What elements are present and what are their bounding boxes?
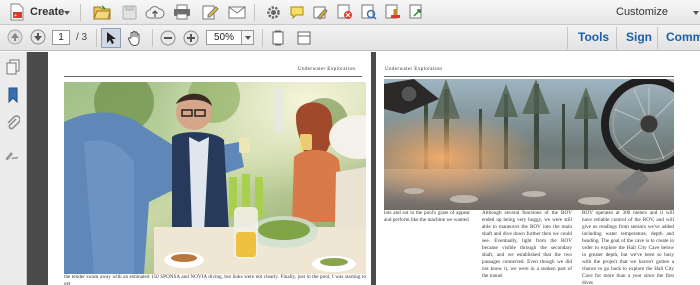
previous-page-icon[interactable] [6, 28, 24, 46]
create-dropdown-icon[interactable] [64, 11, 70, 15]
cloud-upload-icon[interactable] [144, 3, 166, 21]
column-3-text: ROV operates at 300 meters and it will h… [582, 210, 674, 285]
running-head: Underwater Exploration [385, 67, 443, 72]
page-thumbnails-icon[interactable] [4, 58, 22, 76]
highlight-comment-icon[interactable] [312, 3, 330, 21]
running-head: Underwater Exploration [298, 67, 356, 72]
hand-tool-icon[interactable] [125, 28, 145, 48]
column-2-text: Although several functions of the ROV en… [482, 210, 572, 279]
signatures-icon[interactable] [4, 146, 22, 164]
zoom-in-icon[interactable] [181, 28, 201, 48]
svg-text:+: + [14, 13, 17, 19]
email-icon[interactable] [227, 3, 247, 21]
bookmarks-icon[interactable] [4, 86, 22, 104]
stamp-icon[interactable] [384, 3, 402, 21]
open-folder-icon[interactable] [92, 3, 112, 21]
group-toast-photo [64, 82, 366, 274]
navigation-pane [0, 52, 27, 285]
compare-files-icon[interactable] [360, 3, 378, 21]
page-body-text: the tender swam away with an estimated 1… [64, 274, 366, 285]
chevron-down-icon [245, 36, 251, 40]
document-page-right: Underwater Exploration lots and sat in t… [376, 52, 700, 285]
customize-dropdown-icon[interactable] [693, 11, 699, 15]
document-viewer[interactable]: Underwater Exploration the tender swam a… [27, 52, 700, 285]
zoom-out-icon[interactable] [158, 28, 178, 48]
main-toolbar: + Create Customize [0, 0, 700, 25]
zoom-dropdown-button[interactable] [242, 30, 254, 45]
bicycle-forest-photo [384, 79, 674, 210]
document-page-left: Underwater Exploration the tender swam a… [48, 52, 371, 285]
edit-document-icon[interactable] [200, 3, 220, 21]
current-page-input[interactable]: 1 [52, 30, 70, 45]
print-icon[interactable] [172, 3, 192, 21]
customize-menu-button[interactable]: Customize [616, 6, 668, 18]
combine-files-icon[interactable] [408, 3, 426, 21]
next-page-icon[interactable] [29, 28, 47, 46]
comment-pane-button[interactable]: Comm [666, 30, 700, 44]
create-menu-button[interactable]: Create [30, 6, 64, 18]
comment-bubble-icon[interactable] [288, 3, 306, 21]
zoom-level-input[interactable]: 50% [206, 30, 242, 45]
attachments-icon[interactable] [4, 114, 22, 132]
fit-page-icon[interactable] [268, 28, 288, 48]
redact-icon[interactable] [336, 3, 354, 21]
save-icon[interactable] [120, 3, 138, 21]
column-1-text: lots and sat in the pool's grate of appe… [384, 210, 470, 223]
sign-pane-button[interactable]: Sign [626, 30, 652, 44]
read-mode-icon[interactable] [294, 28, 314, 48]
gear-icon[interactable] [264, 3, 282, 21]
page-total-label: / 3 [76, 32, 88, 43]
tools-pane-button[interactable]: Tools [578, 30, 609, 44]
create-pdf-icon[interactable]: + [8, 3, 26, 21]
select-cursor-icon[interactable] [101, 28, 121, 48]
